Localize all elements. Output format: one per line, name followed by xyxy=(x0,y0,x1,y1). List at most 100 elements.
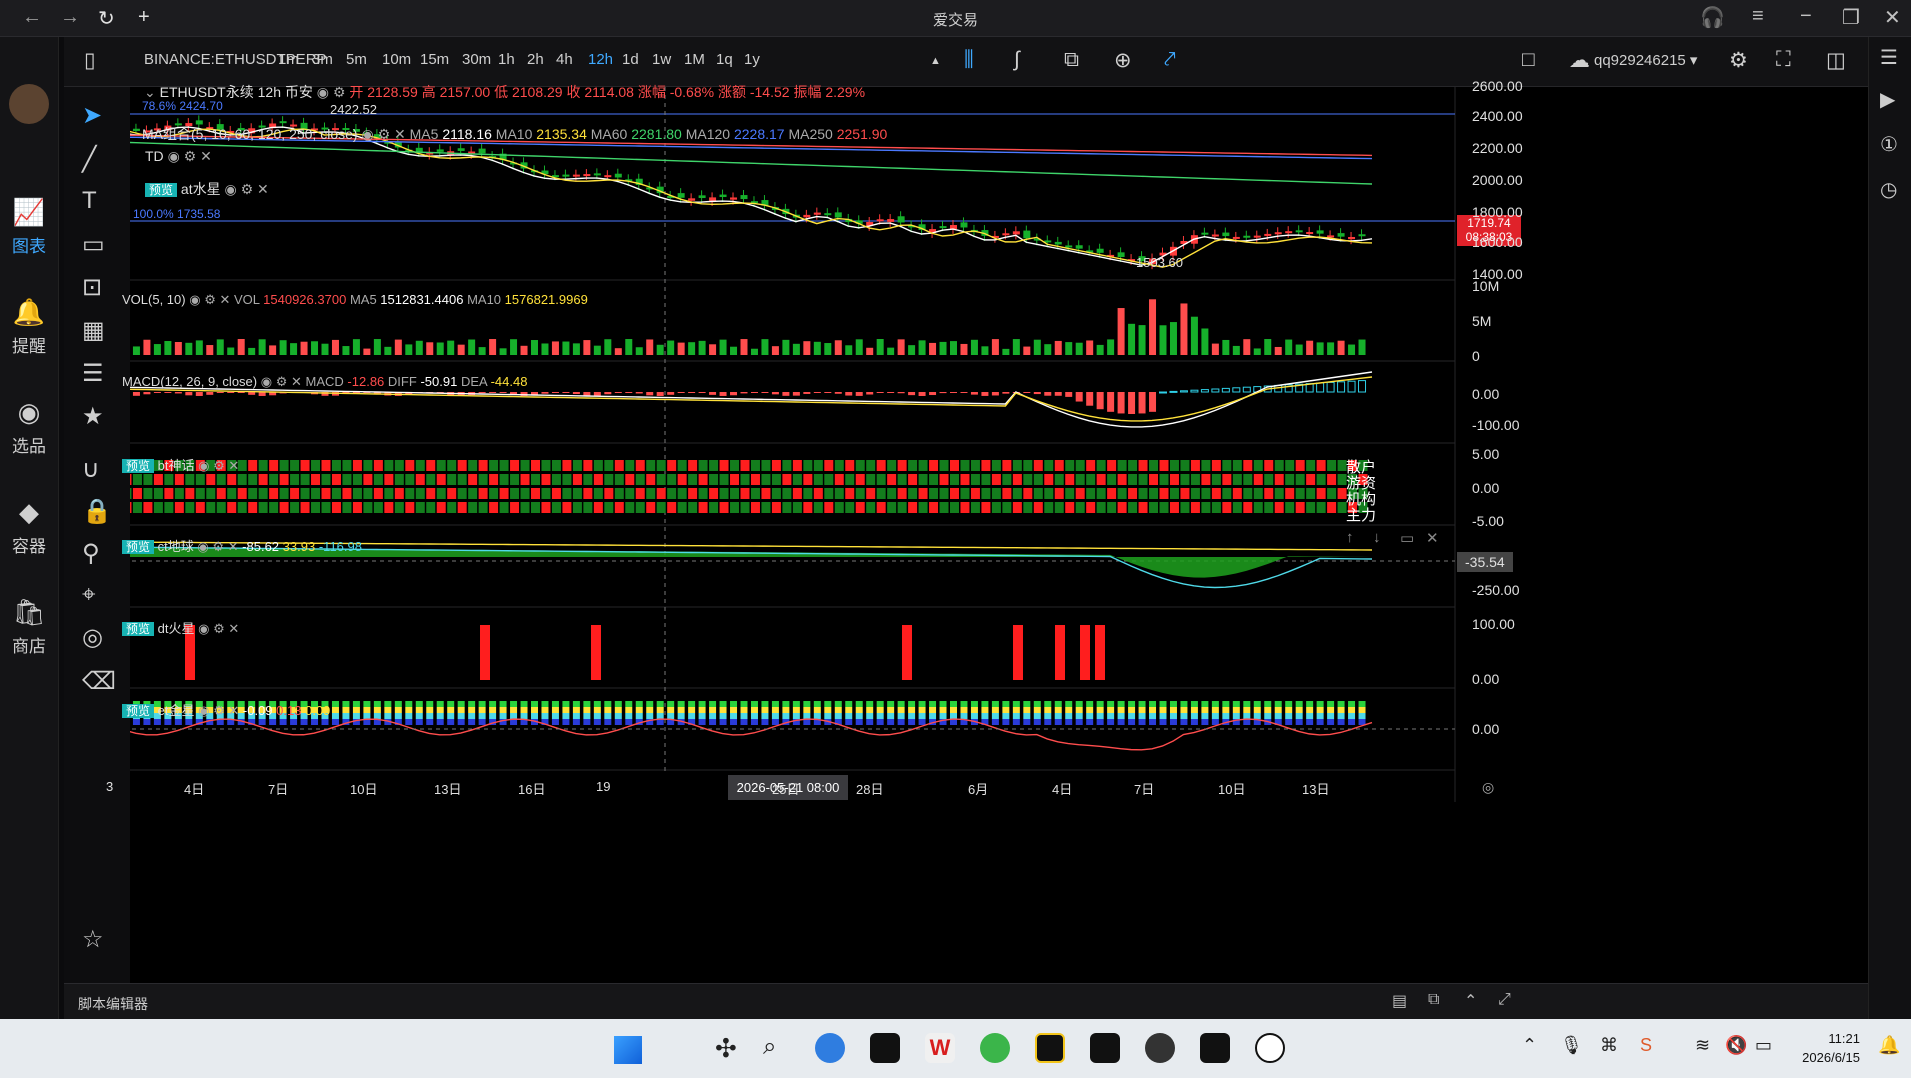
text-tool-icon[interactable]: T xyxy=(82,187,97,215)
app-qq-icon[interactable] xyxy=(1255,1033,1285,1063)
nav-screener[interactable]: ◉ 选品 xyxy=(0,397,58,457)
settings-icon[interactable]: ⚙ xyxy=(213,621,225,636)
interval-1q[interactable]: 1q xyxy=(716,51,733,68)
eraser-icon[interactable]: ⌫ xyxy=(82,667,116,696)
rectangle-tool-icon[interactable]: ▭ xyxy=(82,230,105,259)
close-icon[interactable]: ✕ xyxy=(200,148,212,164)
headset-icon[interactable]: 🎧 xyxy=(1700,5,1725,30)
app-camera-icon[interactable] xyxy=(1145,1033,1175,1063)
notification-icon[interactable]: 🔔 xyxy=(1878,1035,1900,1056)
alert-add-icon[interactable]: ⊕ xyxy=(1114,48,1132,73)
panel-icon[interactable]: ▤ xyxy=(1392,991,1407,1011)
interval-3m[interactable]: 3m xyxy=(312,51,333,68)
popout-icon[interactable]: ⧉ xyxy=(1428,991,1439,1009)
cursor-icon[interactable]: ➤ xyxy=(82,101,102,130)
settings-icon[interactable]: ⚙ xyxy=(333,84,346,100)
measure-tool-icon[interactable]: ⊡ xyxy=(82,273,102,302)
filter-icon[interactable]: ⚲ xyxy=(82,539,100,568)
interval-more-icon[interactable]: ▲ xyxy=(930,55,941,67)
app-wps-icon[interactable]: W xyxy=(925,1033,955,1063)
search-icon[interactable]: ⌕ xyxy=(763,1033,776,1061)
menu-icon[interactable]: ≡ xyxy=(1752,5,1764,28)
interval-1d[interactable]: 1d xyxy=(622,51,639,68)
settings-icon[interactable]: ⚙ xyxy=(213,458,225,473)
interval-5m[interactable]: 5m xyxy=(346,51,367,68)
app-tiktok-icon[interactable] xyxy=(870,1033,900,1063)
interval-15m[interactable]: 15m xyxy=(420,51,449,68)
wifi-icon[interactable]: ≋ xyxy=(1695,1035,1710,1056)
interval-1h[interactable]: 1h xyxy=(498,51,515,68)
ime-icon[interactable]: ⌘ xyxy=(1600,1035,1618,1056)
one-icon[interactable]: ① xyxy=(1880,132,1898,157)
eye-icon[interactable]: ◉ xyxy=(168,148,180,164)
app-trading-icon[interactable] xyxy=(1035,1033,1065,1063)
hide-icon[interactable]: ◎ xyxy=(82,623,103,652)
windows-start-icon[interactable] xyxy=(614,1036,642,1064)
time-axis-settings-icon[interactable]: ◎ xyxy=(1482,779,1494,796)
settings-icon[interactable]: ⚙ xyxy=(213,703,225,718)
pane-maximize-icon[interactable]: ▭ xyxy=(1400,529,1414,547)
pane-move-down-icon[interactable]: ↓ xyxy=(1373,529,1381,546)
close-icon[interactable]: ✕ xyxy=(228,458,239,473)
settings-icon[interactable]: ⚙ xyxy=(1729,48,1748,73)
symbol-selector[interactable]: BINANCE:ETHUSDTPERP xyxy=(144,51,327,68)
tray-chevron-up-icon[interactable]: ⌃ xyxy=(1522,1035,1537,1056)
interval-1m[interactable]: 1m xyxy=(278,51,299,68)
pane-move-up-icon[interactable]: ↑ xyxy=(1346,529,1354,546)
nav-chart[interactable]: 📈 图表 xyxy=(0,197,58,257)
eye-icon[interactable]: ◉ xyxy=(261,374,272,389)
interval-12h[interactable]: 12h xyxy=(588,51,613,68)
script-editor-tab[interactable]: 脚本编辑器 xyxy=(78,994,148,1014)
close-icon[interactable]: ✕ xyxy=(228,621,239,636)
settings-icon[interactable]: ⚙ xyxy=(241,181,254,197)
eye-icon[interactable]: ◉ xyxy=(197,539,208,554)
pane-close-icon[interactable]: ✕ xyxy=(1426,529,1439,547)
app-pinwheel-icon[interactable]: ✣ xyxy=(715,1033,737,1064)
line-tool-icon[interactable]: ╱ xyxy=(82,145,96,174)
chart-canvas[interactable] xyxy=(130,87,1868,983)
settings-icon[interactable]: ⚙ xyxy=(212,539,224,554)
settings-icon[interactable]: ⚙ xyxy=(204,292,216,307)
close-icon[interactable]: ✕ xyxy=(1884,5,1901,30)
interval-1w[interactable]: 1w xyxy=(652,51,671,68)
eye-icon[interactable]: ◉ xyxy=(198,458,209,473)
close-icon[interactable]: ✕ xyxy=(394,126,406,142)
interval-10m[interactable]: 10m xyxy=(382,51,411,68)
microphone-icon[interactable]: 🎙 xyxy=(1560,1035,1583,1056)
layout-icon[interactable]: ▯ xyxy=(84,48,96,73)
restore-icon[interactable]: ❐ xyxy=(1842,5,1860,30)
chevron-up-icon[interactable]: ⌃ xyxy=(1464,991,1477,1011)
play-icon[interactable]: ▶ xyxy=(1880,87,1895,112)
wps-tray-icon[interactable]: S xyxy=(1640,1035,1652,1056)
lock-icon[interactable]: 🔒 xyxy=(82,497,112,526)
close-icon[interactable]: ✕ xyxy=(257,181,269,197)
template-icon[interactable]: ⧉ xyxy=(1064,48,1079,72)
close-icon[interactable]: ✕ xyxy=(219,292,230,307)
battery-icon[interactable]: ▭ xyxy=(1755,1035,1772,1056)
interval-1y[interactable]: 1y xyxy=(744,51,760,68)
chart-area[interactable]: ⌄ ETHUSDT永续 12h 币安 ◉ ⚙ 开 2128.59 高 2157.… xyxy=(106,78,1868,983)
star-tool-icon[interactable]: ★ xyxy=(82,402,104,431)
clock[interactable]: 11:21 2026/6/15 xyxy=(1790,1029,1860,1067)
target-icon[interactable]: ⌖ xyxy=(82,581,96,609)
panel-icon[interactable]: ◫ xyxy=(1826,48,1846,73)
collapse-icon[interactable]: ⌄ xyxy=(144,84,156,100)
interval-4h[interactable]: 4h xyxy=(556,51,573,68)
fullscreen-box-icon[interactable]: □ xyxy=(1522,48,1535,72)
grid-tool-icon[interactable]: ▦ xyxy=(82,316,105,345)
eye-icon[interactable]: ◉ xyxy=(189,292,200,307)
close-icon[interactable]: ✕ xyxy=(228,703,239,718)
close-icon[interactable]: ✕ xyxy=(228,539,239,554)
nav-shop[interactable]: 🛍 商店 xyxy=(0,597,58,657)
magnet-icon[interactable]: ∪ xyxy=(82,455,100,484)
fib-tool-icon[interactable]: ☰ xyxy=(82,359,104,388)
cloud-icon[interactable]: ☁ xyxy=(1569,48,1590,73)
settings-icon[interactable]: ⚙ xyxy=(276,374,288,389)
eye-icon[interactable]: ◉ xyxy=(198,703,209,718)
favorite-icon[interactable]: ☆ xyxy=(82,925,104,954)
interval-2h[interactable]: 2h xyxy=(527,51,544,68)
candle-type-icon[interactable]: ⫼ xyxy=(964,48,974,72)
app-bilibili-icon[interactable] xyxy=(815,1033,845,1063)
minimize-icon[interactable]: − xyxy=(1800,5,1812,28)
avatar[interactable] xyxy=(9,84,49,124)
